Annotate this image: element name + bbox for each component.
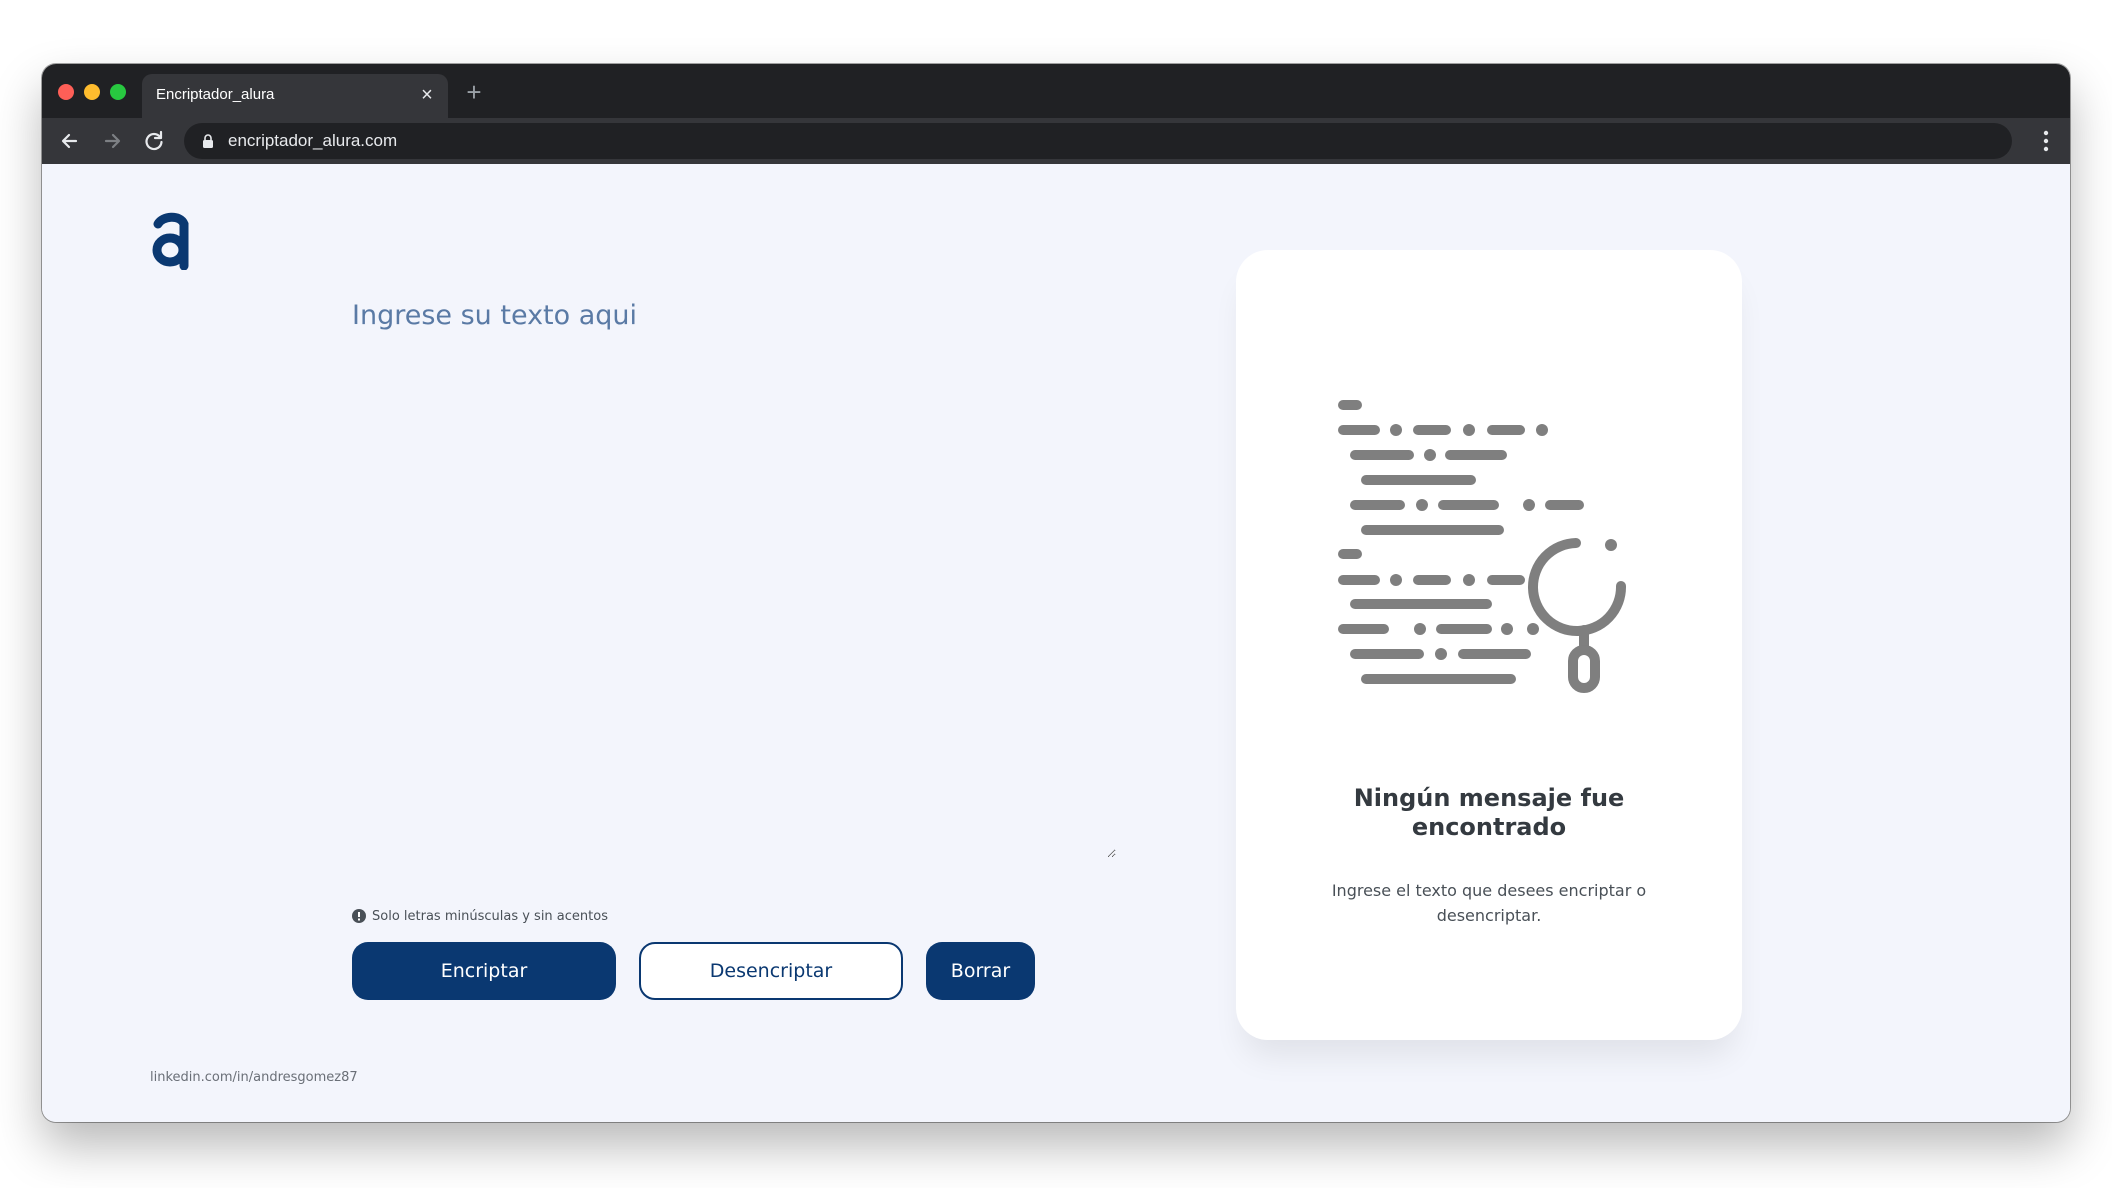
input-hint: Solo letras minúsculas y sin acentos <box>352 907 608 925</box>
encrypt-button[interactable]: Encriptar <box>352 942 616 1000</box>
tab-bar: Encriptador_alura × + <box>42 64 2070 118</box>
window-maximize-button[interactable] <box>110 84 126 100</box>
kebab-menu-icon[interactable] <box>2042 129 2050 153</box>
empty-state-title: Ningún mensaje fue encontrado <box>1353 784 1625 841</box>
reload-icon[interactable] <box>140 127 168 155</box>
address-bar[interactable]: encriptador_alura.com <box>184 123 2012 159</box>
page-content: Ingrese su texto aqui Solo letras minúsc… <box>42 164 2070 1122</box>
info-icon <box>352 909 366 923</box>
url-text: encriptador_alura.com <box>228 131 398 150</box>
arrow-right-icon[interactable] <box>98 127 126 155</box>
browser-tab[interactable]: Encriptador_alura × <box>142 74 448 118</box>
lock-icon <box>203 134 213 148</box>
tab-title: Encriptador_alura <box>156 86 275 103</box>
clear-button[interactable]: Borrar <box>926 942 1035 1000</box>
input-placeholder-heading: Ingrese su texto aqui <box>352 300 638 331</box>
text-input[interactable] <box>352 354 1116 858</box>
browser-window: Encriptador_alura × + encriptador_alura.… <box>42 64 2070 1122</box>
close-icon[interactable]: × <box>416 84 438 106</box>
browser-toolbar: encriptador_alura.com <box>42 118 2070 164</box>
plus-icon[interactable]: + <box>462 79 486 105</box>
hint-text: Solo letras minúsculas y sin acentos <box>372 908 608 924</box>
linkedin-link[interactable]: linkedin.com/in/andresgomez87 <box>150 1070 358 1085</box>
alura-logo[interactable] <box>150 210 192 271</box>
window-close-button[interactable] <box>58 84 74 100</box>
document-search-icon <box>1338 400 1627 693</box>
arrow-left-icon[interactable] <box>56 127 84 155</box>
decrypt-button[interactable]: Desencriptar <box>639 942 903 1000</box>
result-panel: Ningún mensaje fue encontrado Ingrese el… <box>1236 250 1742 1040</box>
empty-state-description: Ingrese el texto que desees encriptar o … <box>1331 881 1647 925</box>
window-minimize-button[interactable] <box>84 84 100 100</box>
